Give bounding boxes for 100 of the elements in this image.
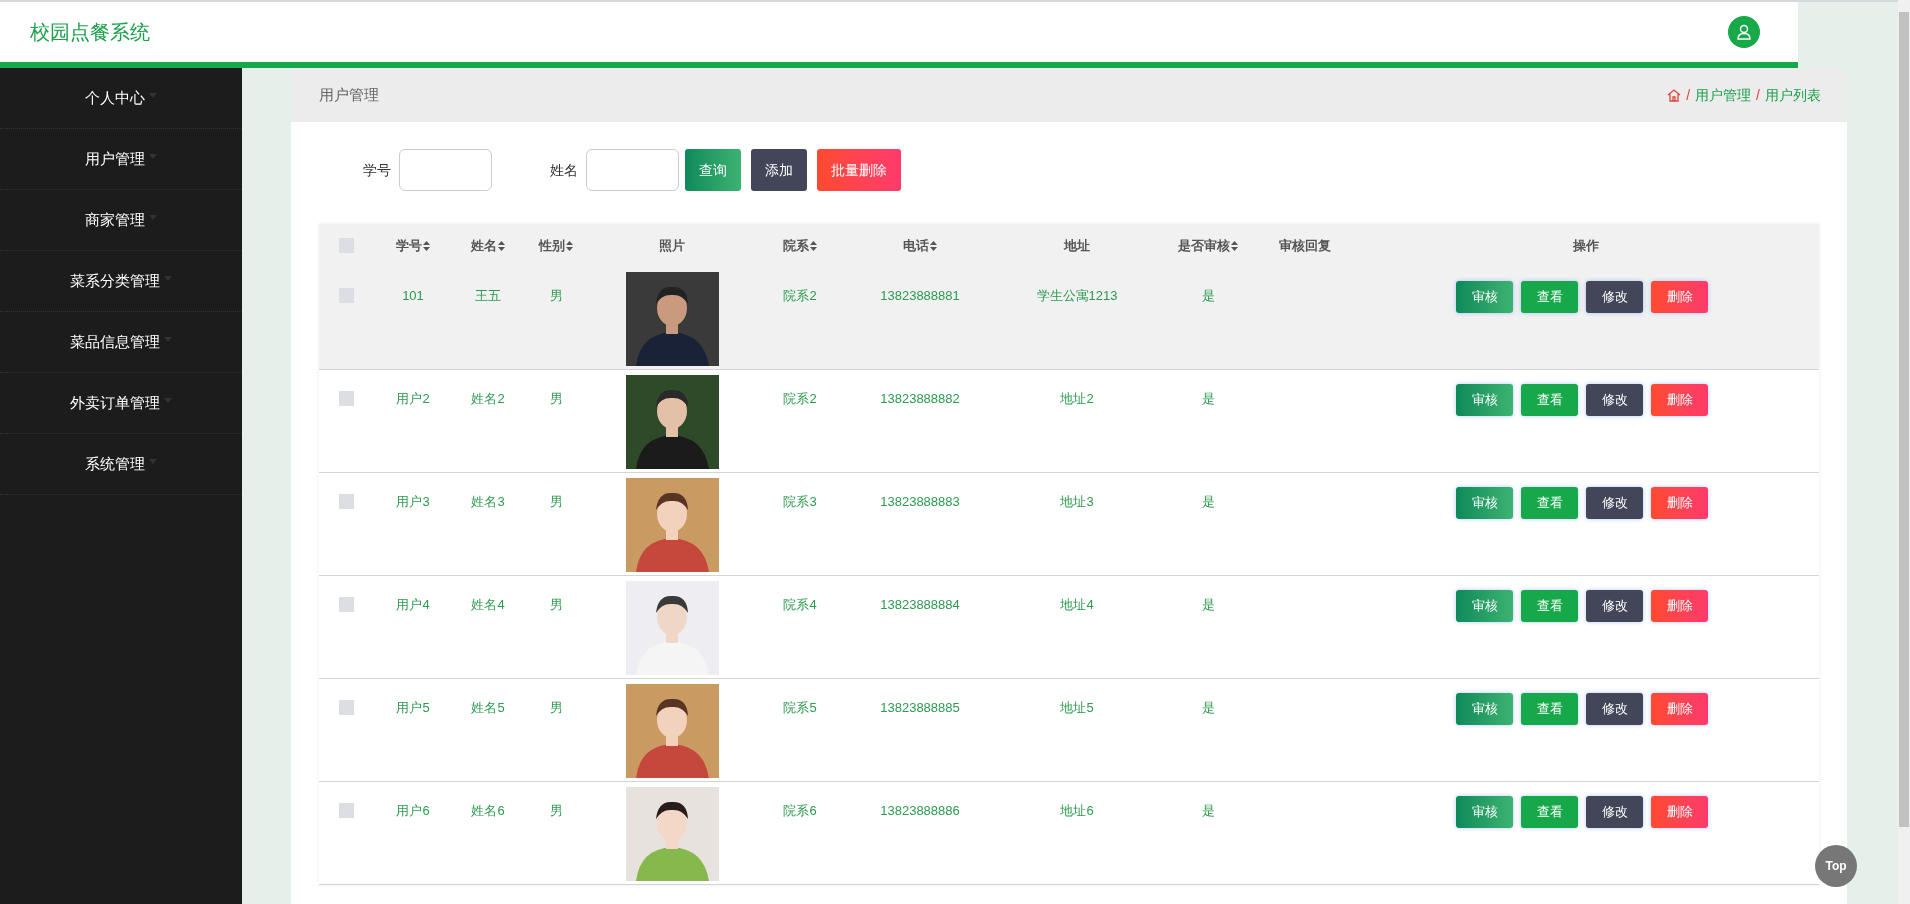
table-cell-text: 是 bbox=[1201, 699, 1215, 717]
edit-button[interactable]: 修改 bbox=[1586, 384, 1643, 416]
edit-button[interactable]: 修改 bbox=[1586, 590, 1643, 622]
table-cell-text: 用户2 bbox=[396, 390, 430, 408]
table-cell-text: 地址6 bbox=[1060, 802, 1094, 820]
table-cell-text: 学生公寓1213 bbox=[1036, 287, 1118, 305]
delete-button[interactable]: 批量删除 bbox=[817, 149, 901, 191]
edit-button[interactable]: 修改 bbox=[1586, 796, 1643, 828]
table-cell-text: 用户4 bbox=[396, 596, 430, 614]
sidebar-item[interactable]: 菜品信息管理 bbox=[0, 312, 242, 373]
table-cell-text: 姓名3 bbox=[471, 493, 505, 511]
app-title: 校园点餐系统 bbox=[30, 20, 150, 45]
table-cell-text: 男 bbox=[549, 596, 563, 614]
table-cell-text: 男 bbox=[549, 802, 563, 820]
table-cell-text: 院系5 bbox=[783, 699, 817, 717]
table-cell-text: 是 bbox=[1201, 802, 1215, 820]
add-button[interactable]: 添加 bbox=[751, 149, 807, 191]
view-button[interactable]: 查看 bbox=[1521, 590, 1578, 622]
table-cell-text: 是 bbox=[1201, 390, 1215, 408]
table-cell-text: 用户3 bbox=[396, 493, 430, 511]
column-header: 院系 bbox=[783, 236, 809, 255]
row-checkbox[interactable] bbox=[338, 700, 354, 715]
sidebar-item[interactable]: 系统管理 bbox=[0, 434, 242, 495]
page-title: 用户管理 bbox=[319, 84, 379, 105]
table-cell-text: 13823888882 bbox=[880, 390, 960, 408]
breadcrumb-link[interactable]: 用户列表 bbox=[1765, 84, 1821, 106]
view-button[interactable]: 查看 bbox=[1521, 384, 1578, 416]
table-cell-text: 地址5 bbox=[1060, 699, 1094, 717]
user-avatar[interactable] bbox=[1728, 16, 1760, 48]
review-button[interactable]: 审核 bbox=[1456, 384, 1513, 416]
search-field[interactable] bbox=[399, 149, 492, 191]
review-button[interactable]: 审核 bbox=[1456, 590, 1513, 622]
query-button[interactable]: 查询 bbox=[685, 149, 741, 191]
field-label: 姓名 bbox=[550, 160, 578, 180]
column-header: 审核回复 bbox=[1279, 236, 1331, 255]
table-cell-text: 地址3 bbox=[1060, 493, 1094, 511]
delete-button[interactable]: 删除 bbox=[1651, 384, 1708, 416]
review-button[interactable]: 审核 bbox=[1456, 487, 1513, 519]
row-checkbox[interactable] bbox=[338, 803, 354, 818]
search-field[interactable] bbox=[586, 149, 679, 191]
table-cell-text: 是 bbox=[1201, 596, 1215, 614]
delete-button[interactable]: 删除 bbox=[1651, 281, 1708, 313]
view-button[interactable]: 查看 bbox=[1521, 693, 1578, 725]
sort-icon[interactable] bbox=[498, 240, 505, 251]
home-icon[interactable] bbox=[1667, 88, 1682, 102]
table-cell-text: 院系3 bbox=[783, 493, 817, 511]
sort-icon[interactable] bbox=[810, 240, 817, 251]
edit-button[interactable]: 修改 bbox=[1586, 693, 1643, 725]
delete-button[interactable]: 删除 bbox=[1651, 590, 1708, 622]
column-header: 姓名 bbox=[471, 236, 497, 255]
table-cell-text: 王五 bbox=[475, 287, 501, 305]
view-button[interactable]: 查看 bbox=[1521, 281, 1578, 313]
table-cell-text: 101 bbox=[402, 287, 424, 305]
delete-button[interactable]: 删除 bbox=[1651, 796, 1708, 828]
breadcrumb-link[interactable]: 用户管理 bbox=[1695, 84, 1752, 106]
row-checkbox[interactable] bbox=[338, 494, 354, 509]
table-cell-text: 姓名2 bbox=[471, 390, 505, 408]
table-cell-text: 地址4 bbox=[1060, 596, 1094, 614]
sort-icon[interactable] bbox=[566, 240, 573, 251]
column-header: 是否审核 bbox=[1178, 236, 1230, 255]
field-label: 学号 bbox=[363, 160, 391, 180]
row-checkbox[interactable] bbox=[338, 391, 354, 406]
delete-button[interactable]: 删除 bbox=[1651, 693, 1708, 725]
table-cell-text: 院系6 bbox=[783, 802, 817, 820]
breadcrumb-separator: / bbox=[1756, 85, 1760, 105]
review-button[interactable]: 审核 bbox=[1456, 693, 1513, 725]
sidebar-item[interactable]: 外卖订单管理 bbox=[0, 373, 242, 434]
review-button[interactable]: 审核 bbox=[1456, 281, 1513, 313]
row-checkbox[interactable] bbox=[338, 597, 354, 612]
column-header: 照片 bbox=[659, 236, 685, 255]
table-cell-text: 用户5 bbox=[396, 699, 430, 717]
sort-icon[interactable] bbox=[1231, 240, 1238, 251]
sidebar-item[interactable]: 菜系分类管理 bbox=[0, 251, 242, 312]
column-header: 电话 bbox=[903, 236, 929, 255]
table-cell-text: 男 bbox=[549, 493, 563, 511]
table-cell-text: 姓名6 bbox=[471, 802, 505, 820]
table-cell-text: 是 bbox=[1201, 287, 1215, 305]
edit-button[interactable]: 修改 bbox=[1586, 281, 1643, 313]
delete-button[interactable]: 删除 bbox=[1651, 487, 1708, 519]
breadcrumb-separator: / bbox=[1686, 85, 1691, 105]
sidebar-item[interactable]: 商家管理 bbox=[0, 190, 242, 251]
scrollbar[interactable] bbox=[1898, 0, 1910, 904]
sort-icon[interactable] bbox=[423, 240, 430, 251]
view-button[interactable]: 查看 bbox=[1521, 487, 1578, 519]
sidebar-item[interactable]: 用户管理 bbox=[0, 129, 242, 190]
table-cell-text: 13823888883 bbox=[880, 493, 960, 511]
table-cell-text: 13823888885 bbox=[880, 699, 960, 717]
column-header: 地址 bbox=[1064, 236, 1090, 255]
edit-button[interactable]: 修改 bbox=[1586, 487, 1643, 519]
column-header: 操作 bbox=[1573, 236, 1599, 255]
column-header: 学号 bbox=[396, 236, 422, 255]
sort-icon[interactable] bbox=[930, 240, 937, 251]
view-button[interactable]: 查看 bbox=[1521, 796, 1578, 828]
sidebar-item[interactable]: 个人中心 bbox=[0, 68, 242, 129]
table-cell-text: 13823888886 bbox=[880, 802, 960, 820]
table-cell-text: 院系4 bbox=[783, 596, 817, 614]
review-button[interactable]: 审核 bbox=[1456, 796, 1513, 828]
table-cell-text: 用户6 bbox=[396, 802, 430, 820]
table-cell-text: 地址2 bbox=[1060, 390, 1094, 408]
table-cell-text: 男 bbox=[549, 390, 563, 408]
